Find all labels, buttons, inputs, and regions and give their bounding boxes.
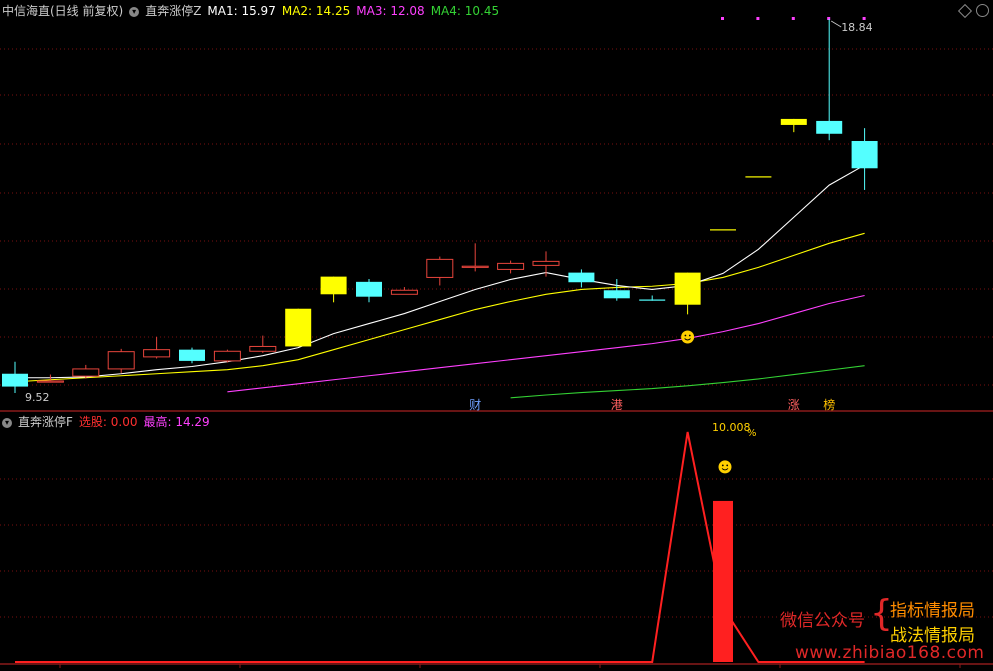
signal-bar-value: 10.008 — [712, 421, 751, 434]
candle-body — [674, 272, 701, 305]
signal-panel: 10.008% — [15, 421, 865, 663]
grid-lines — [0, 17, 993, 668]
candle-body — [356, 281, 382, 297]
low-price-label: 9.52 — [25, 391, 50, 404]
smiley-face — [681, 330, 695, 344]
event-marker: 榜 — [823, 397, 835, 412]
ma1-value: MA1: 15.97 — [207, 4, 276, 18]
candle-body — [249, 345, 277, 352]
high-pointer — [830, 20, 842, 28]
smiley-eye — [688, 334, 691, 337]
candles — [2, 19, 878, 393]
candle-body — [107, 351, 135, 370]
event-marker: 财 — [469, 398, 481, 412]
ma2-line — [14, 232, 865, 383]
smiley-eye — [684, 334, 687, 337]
candle-body — [72, 368, 100, 377]
candle-body — [710, 229, 736, 231]
smiley-icon — [681, 330, 695, 344]
candle-body — [532, 260, 560, 266]
signal-bar — [713, 500, 733, 662]
close-circle-icon[interactable] — [976, 4, 989, 17]
top-marker — [756, 17, 760, 20]
candle-body — [285, 308, 312, 347]
select-value: 选股: 0.00 — [78, 415, 138, 429]
stock-name: 中信海直(日线 前复权) — [2, 4, 124, 18]
ma4-value: MA4: 10.45 — [430, 4, 500, 18]
site-url: www.zhibiao168.com — [795, 643, 985, 663]
candle-body — [426, 258, 454, 278]
sub-chart-header: ▾ 直奔涨停F 选股: 0.00 最高: 14.29 — [2, 414, 216, 430]
settings-circle-icon[interactable]: ▾ — [129, 6, 140, 17]
candle-body — [603, 290, 630, 299]
brand-line1: 指标情报局 — [890, 601, 975, 621]
smiley-eye — [721, 464, 724, 467]
candle-body — [320, 276, 347, 295]
signal-bar-unit: % — [747, 428, 757, 439]
event-marker: 港 — [611, 398, 623, 412]
candle-body — [745, 176, 772, 178]
top-marker — [791, 17, 795, 20]
smiley-icon — [718, 460, 732, 474]
main-chart-header: 中信海直(日线 前复权) ▾ 直奔涨停Z MA1: 15.97 MA2: 14.25 MA… — [2, 3, 505, 19]
candle-body — [780, 118, 807, 125]
candle-body — [461, 265, 489, 268]
ma4-line — [510, 365, 865, 399]
chart-canvas: 18.84 9.52 财 港 涨 榜 10.008% — [0, 17, 993, 668]
top-marker — [721, 17, 724, 20]
smiley-face — [718, 460, 732, 474]
candle-body — [851, 140, 878, 169]
candle-body — [36, 380, 64, 383]
candle-body — [816, 120, 843, 134]
settings-circle-icon[interactable]: ▾ — [2, 417, 12, 428]
candle-body — [143, 349, 171, 358]
high-value: 最高: 14.29 — [143, 415, 210, 429]
main-indicator-name[interactable]: 直奔涨停Z — [145, 4, 201, 18]
smiley-eye — [726, 464, 729, 467]
sub-indicator-name[interactable]: 直奔涨停F — [18, 415, 73, 429]
ma3-value: MA3: 12.08 — [356, 4, 425, 18]
candle-body — [497, 262, 525, 270]
top-marker — [862, 17, 866, 20]
candle-body — [390, 289, 418, 295]
high-price-label: 18.84 — [841, 21, 873, 34]
event-marker: 涨 — [788, 397, 800, 412]
candle-body — [213, 350, 241, 362]
signal-line — [15, 431, 865, 663]
candle-body — [639, 299, 666, 301]
candle-body — [179, 349, 205, 361]
candle-body — [568, 272, 595, 283]
candle-body — [2, 373, 28, 387]
wechat-label: 微信公众号 — [780, 611, 865, 631]
annotations: 18.84 9.52 财 港 涨 榜 — [25, 20, 873, 474]
ma2-value: MA2: 14.25 — [281, 4, 351, 18]
